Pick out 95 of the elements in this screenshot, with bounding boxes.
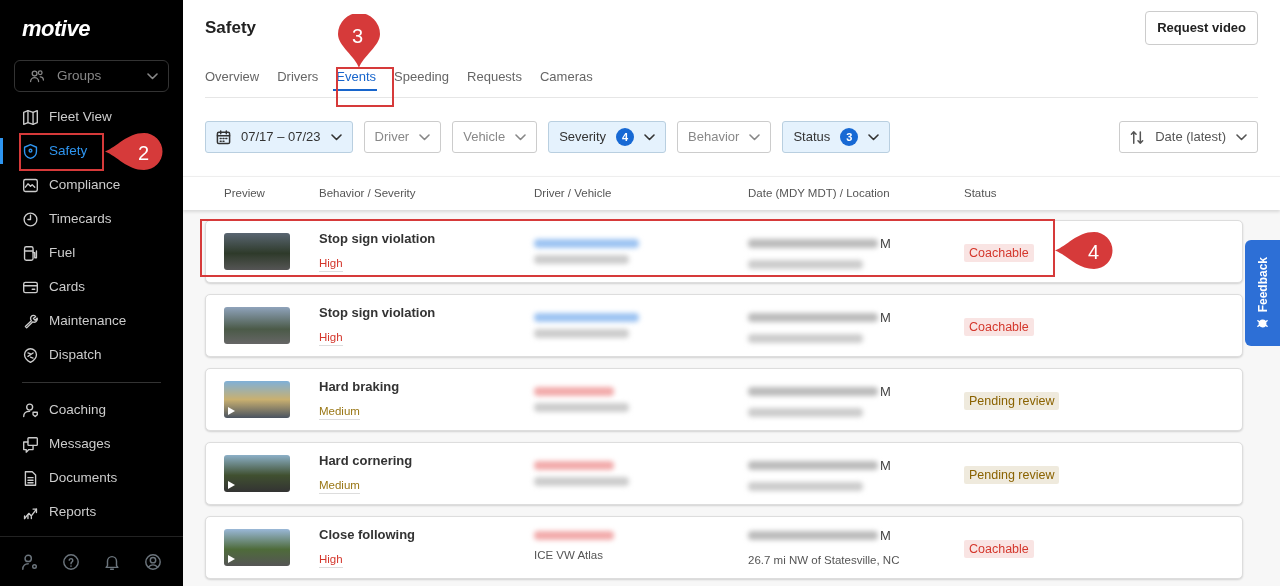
status-tag: Coachable bbox=[964, 317, 1034, 336]
nav-item[interactable]: Timecards bbox=[22, 205, 112, 233]
nav-item[interactable]: Fuel bbox=[22, 239, 76, 267]
people-icon bbox=[29, 68, 45, 84]
severity-label: High bbox=[319, 553, 343, 569]
chevron-down-icon bbox=[515, 133, 527, 141]
event-row[interactable]: Close following High ICE VW Atlas M 26.7 mi NW of Statesville, NC Coachable bbox=[205, 516, 1243, 579]
person-icon bbox=[22, 401, 39, 419]
nav-item[interactable]: Documents bbox=[22, 464, 118, 492]
request-video-button[interactable]: Request video bbox=[1145, 11, 1258, 45]
vehicle-name: ICE VW Atlas bbox=[534, 547, 605, 563]
behavior-name: Hard braking bbox=[319, 377, 401, 396]
filter-dropdown[interactable]: Driver bbox=[363, 121, 442, 153]
callout-marker: 2 bbox=[105, 133, 163, 170]
event-row[interactable]: Hard cornering Medium M Pending review bbox=[205, 442, 1243, 505]
logo: motive bbox=[21, 15, 91, 43]
callout-marker: 4 bbox=[1055, 232, 1113, 269]
bell-icon[interactable] bbox=[102, 553, 121, 572]
column-header: Preview bbox=[224, 185, 266, 201]
nav-item[interactable]: Fleet View bbox=[22, 103, 112, 131]
callout-marker: 3 bbox=[338, 14, 380, 68]
fuel-pump-icon bbox=[22, 244, 39, 262]
column-header: Driver / Vehicle bbox=[534, 185, 613, 201]
filter-dropdown[interactable]: Status 3 bbox=[782, 121, 891, 153]
severity-label: High bbox=[319, 331, 343, 347]
filter-dropdown[interactable]: Vehicle bbox=[452, 121, 538, 153]
location-text: 26.7 mi NW of Statesville, NC bbox=[748, 553, 901, 569]
nav-item[interactable]: Cards bbox=[22, 273, 85, 301]
nav-item[interactable]: Coaching bbox=[22, 396, 107, 424]
tab[interactable]: Overview bbox=[205, 55, 269, 98]
count-badge: 4 bbox=[616, 128, 635, 146]
help-icon[interactable] bbox=[62, 553, 81, 572]
nav-item[interactable]: Compliance bbox=[22, 171, 121, 199]
column-header: Status bbox=[964, 185, 998, 201]
event-row[interactable]: Stop sign violation High M Coachable bbox=[205, 294, 1243, 357]
status-tag: Coachable bbox=[964, 539, 1034, 558]
chevron-down-icon bbox=[1236, 133, 1247, 141]
tab[interactable]: Cameras bbox=[531, 55, 602, 98]
play-icon bbox=[228, 555, 235, 563]
date-fragment: M bbox=[880, 308, 891, 327]
page-title: Safety bbox=[205, 17, 257, 39]
date-fragment: M bbox=[880, 456, 891, 475]
tab[interactable]: Drivers bbox=[268, 55, 328, 98]
chevron-down-icon bbox=[644, 133, 656, 141]
behavior-name: Hard cornering bbox=[319, 451, 414, 470]
sort-icon bbox=[1130, 129, 1146, 145]
filter-dropdown[interactable]: Severity 4 bbox=[548, 121, 667, 153]
calendar-icon bbox=[216, 129, 231, 145]
tab[interactable]: Requests bbox=[458, 55, 531, 98]
tab[interactable]: Speeding bbox=[385, 55, 459, 98]
behavior-name: Stop sign violation bbox=[319, 303, 437, 322]
count-badge: 3 bbox=[840, 128, 859, 146]
shield-icon bbox=[22, 142, 39, 160]
map-icon bbox=[22, 108, 39, 126]
highlight-frame bbox=[336, 67, 394, 107]
chevron-down-icon bbox=[749, 133, 761, 141]
play-icon bbox=[228, 407, 235, 415]
status-tag: Pending review bbox=[964, 391, 1060, 410]
column-header: Date (MDY MDT) / Location bbox=[748, 185, 891, 201]
status-tag: Pending review bbox=[964, 465, 1060, 484]
date-fragment: M bbox=[880, 526, 891, 545]
event-row[interactable]: Hard braking Medium M Pending review bbox=[205, 368, 1243, 431]
status-tag: Coachable bbox=[964, 243, 1034, 262]
chevron-down-icon bbox=[330, 133, 342, 141]
date-fragment: M bbox=[880, 382, 891, 401]
nav-item[interactable]: Dispatch bbox=[22, 341, 102, 369]
chevron-down-icon bbox=[419, 133, 431, 141]
location-tag-icon bbox=[22, 346, 39, 364]
chat-icon bbox=[22, 435, 39, 453]
active-indicator bbox=[0, 138, 3, 164]
feedback-tab[interactable]: Feedback bbox=[1245, 240, 1280, 346]
filter-dropdown[interactable]: Behavior bbox=[677, 121, 772, 153]
severity-label: Medium bbox=[319, 405, 360, 421]
user-settings-icon[interactable] bbox=[21, 553, 40, 572]
chevron-down-icon bbox=[868, 133, 880, 141]
chart-card-icon bbox=[22, 176, 39, 194]
severity-label: High bbox=[319, 257, 343, 273]
sort-dropdown[interactable]: Date (latest) bbox=[1119, 121, 1258, 153]
nav-item[interactable]: Safety bbox=[22, 137, 88, 165]
column-header: Behavior / Severity bbox=[319, 185, 417, 201]
nav-item[interactable]: Messages bbox=[22, 430, 111, 458]
account-icon[interactable] bbox=[143, 553, 162, 572]
chevron-down-icon bbox=[147, 72, 158, 80]
clock-icon bbox=[22, 210, 39, 228]
nav-item[interactable]: Maintenance bbox=[22, 307, 127, 335]
document-icon bbox=[22, 469, 39, 487]
date-fragment: M bbox=[880, 234, 891, 253]
behavior-name: Stop sign violation bbox=[319, 229, 437, 248]
wrench-icon bbox=[22, 312, 39, 330]
groups-dropdown[interactable]: Groups bbox=[14, 60, 169, 92]
play-icon bbox=[228, 481, 235, 489]
behavior-name: Close following bbox=[319, 525, 417, 544]
severity-label: Medium bbox=[319, 479, 360, 495]
nav-item[interactable]: Reports bbox=[22, 498, 97, 526]
date-range-filter[interactable]: 07/17 – 07/23 bbox=[205, 121, 353, 153]
